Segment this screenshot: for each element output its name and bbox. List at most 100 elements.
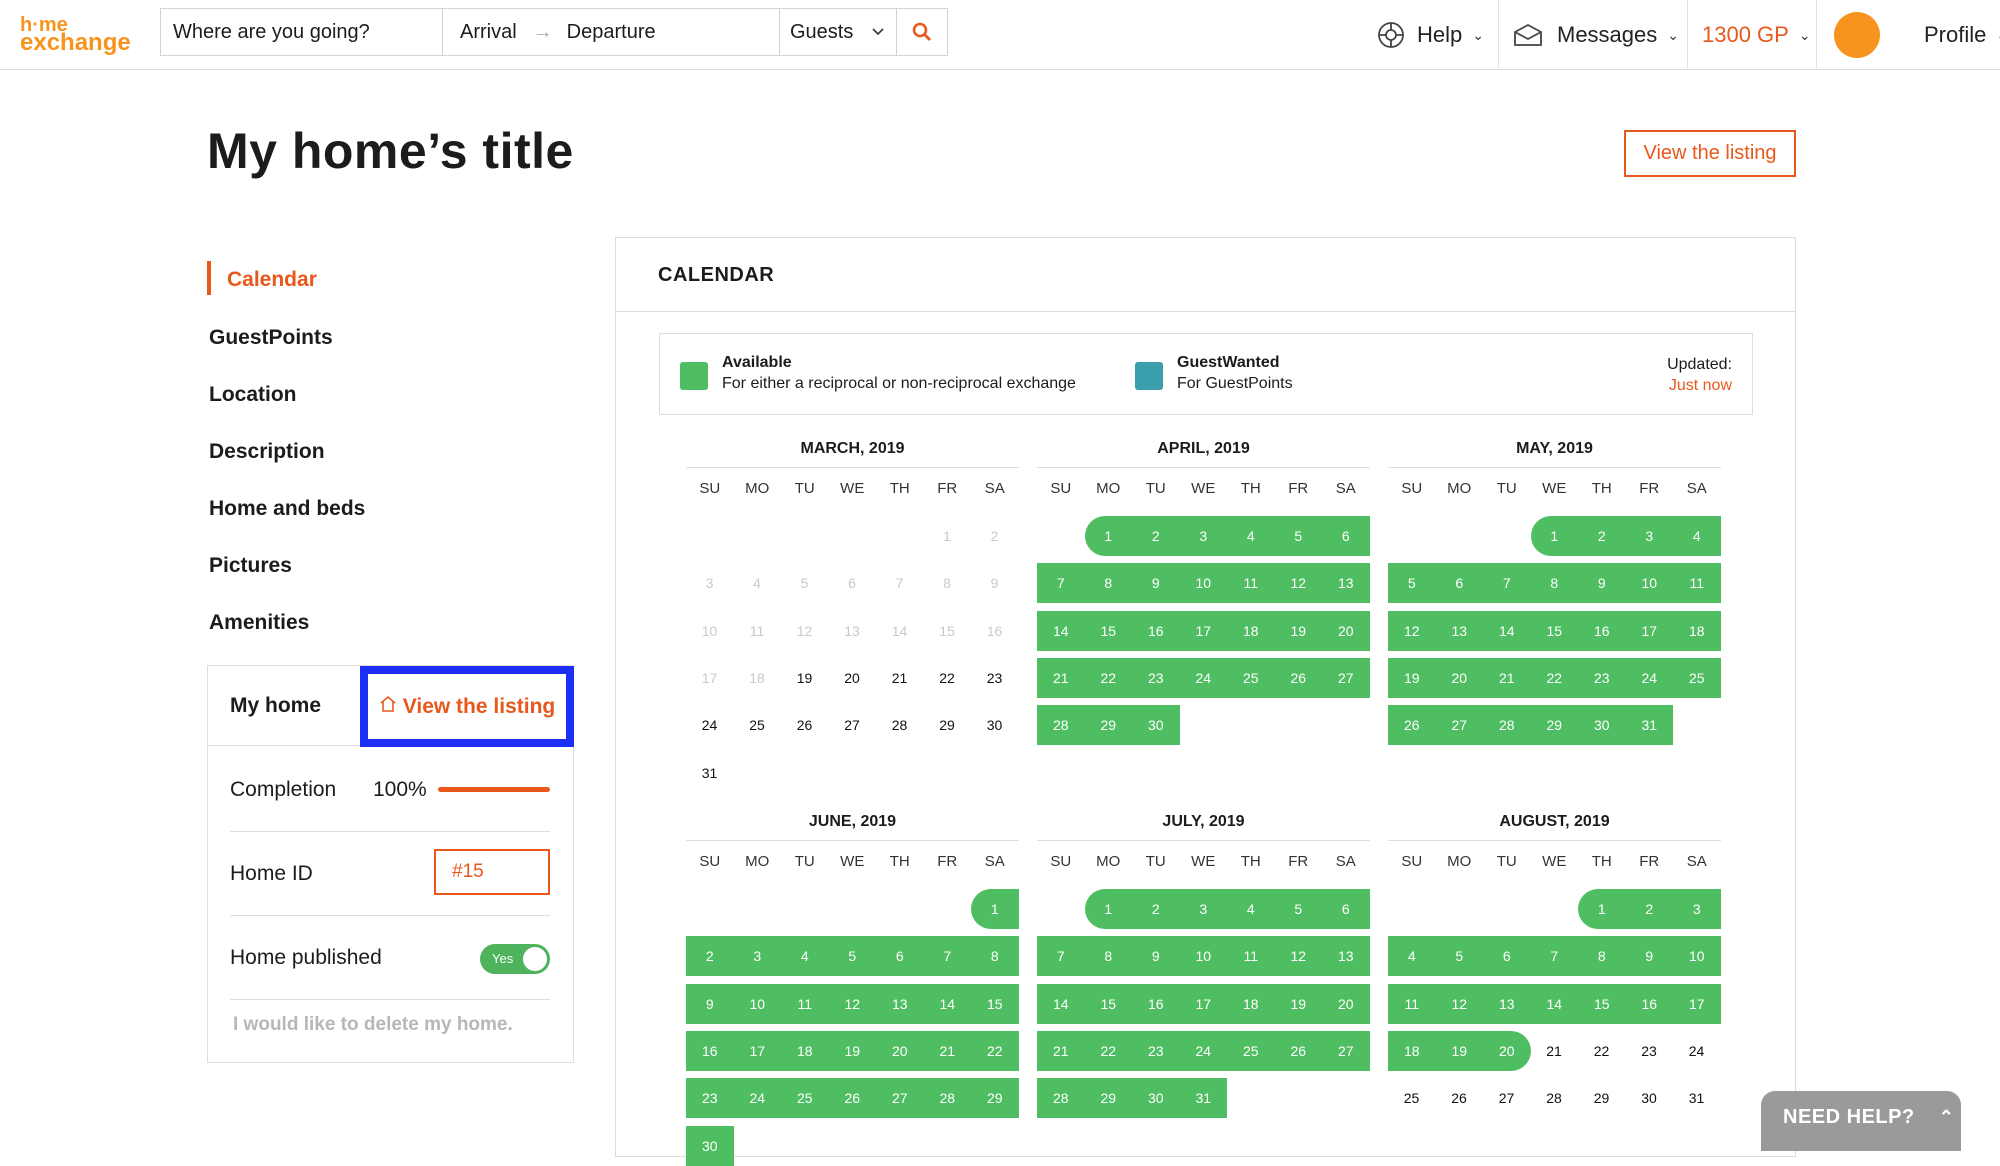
calendar-day[interactable]: 13 — [876, 983, 924, 1024]
calendar-day[interactable]: 14 — [1037, 983, 1085, 1024]
calendar-day[interactable]: 11 — [1227, 563, 1275, 604]
calendar-day[interactable]: 5 — [781, 563, 828, 603]
calendar-day[interactable]: 18 — [1388, 1030, 1436, 1071]
calendar-day[interactable]: 28 — [876, 705, 923, 745]
profile-menu[interactable]: Profile ⌄ — [1834, 0, 2000, 70]
calendar-day[interactable]: 12 — [828, 983, 876, 1024]
calendar-day[interactable]: 29 — [1084, 705, 1132, 746]
calendar-day[interactable]: 28 — [1531, 1078, 1578, 1118]
calendar-day[interactable]: 22 — [924, 658, 971, 698]
calendar-day[interactable]: 20 — [829, 658, 876, 698]
calendar-day[interactable]: 21 — [1037, 1030, 1085, 1071]
calendar-day[interactable]: 15 — [924, 611, 971, 651]
calendar-day[interactable]: 23 — [1132, 657, 1180, 698]
calendar-day[interactable]: 29 — [971, 1078, 1019, 1119]
calendar-day[interactable]: 14 — [1530, 983, 1578, 1024]
calendar-day[interactable]: 27 — [1483, 1078, 1530, 1118]
sidebar-item-guestpoints[interactable]: GuestPoints — [209, 326, 333, 350]
calendar-day[interactable]: 2 — [686, 936, 734, 977]
calendar-day[interactable]: 26 — [781, 705, 828, 745]
calendar-day[interactable]: 12 — [1388, 610, 1436, 651]
calendar-day[interactable]: 19 — [1274, 610, 1322, 651]
home-id-value[interactable]: #15 — [434, 849, 550, 895]
calendar-day[interactable]: 6 — [1322, 889, 1370, 929]
calendar-day[interactable]: 12 — [1435, 983, 1483, 1024]
calendar-day[interactable]: 2 — [971, 516, 1018, 556]
calendar-day[interactable]: 27 — [1322, 657, 1370, 698]
calendar-day[interactable]: 26 — [1274, 657, 1322, 698]
published-toggle[interactable]: Yes — [480, 944, 550, 974]
calendar-day[interactable]: 22 — [971, 1030, 1019, 1071]
calendar-day[interactable]: 1 — [971, 889, 1019, 929]
calendar-day[interactable]: 17 — [1179, 983, 1227, 1024]
calendar-day[interactable]: 25 — [1227, 657, 1275, 698]
calendar-day[interactable]: 6 — [1435, 563, 1483, 604]
calendar-day[interactable]: 18 — [1227, 983, 1275, 1024]
calendar-day[interactable]: 3 — [1673, 889, 1721, 929]
calendar-day[interactable]: 16 — [1578, 610, 1626, 651]
calendar-day[interactable]: 6 — [1322, 516, 1370, 556]
calendar-day[interactable]: 9 — [686, 983, 734, 1024]
calendar-day[interactable]: 8 — [1084, 563, 1132, 604]
calendar-day[interactable]: 1 — [1530, 516, 1578, 556]
calendar-day[interactable]: 19 — [1435, 1030, 1483, 1071]
calendar-day[interactable]: 20 — [1322, 610, 1370, 651]
calendar-day[interactable]: 18 — [734, 658, 781, 698]
calendar-day[interactable]: 20 — [1322, 983, 1370, 1024]
calendar-day[interactable]: 30 — [1132, 705, 1180, 746]
calendar-day[interactable]: 22 — [1530, 657, 1578, 698]
calendar-day[interactable]: 4 — [1227, 889, 1275, 929]
calendar-day[interactable]: 4 — [1673, 516, 1721, 556]
calendar-day[interactable]: 7 — [1483, 563, 1531, 604]
calendar-day[interactable]: 4 — [1388, 936, 1436, 977]
calendar-day[interactable]: 19 — [781, 658, 828, 698]
calendar-day[interactable]: 18 — [1673, 610, 1721, 651]
calendar-day[interactable]: 3 — [686, 563, 733, 603]
calendar-day[interactable]: 27 — [1322, 1030, 1370, 1071]
calendar-day[interactable]: 6 — [829, 563, 876, 603]
calendar-day[interactable]: 8 — [924, 563, 971, 603]
calendar-day[interactable]: 16 — [971, 611, 1018, 651]
calendar-day[interactable]: 11 — [1388, 983, 1436, 1024]
calendar-day[interactable]: 24 — [733, 1078, 781, 1119]
calendar-day[interactable]: 26 — [1274, 1030, 1322, 1071]
calendar-day[interactable]: 13 — [1322, 563, 1370, 604]
calendar-day[interactable]: 15 — [1578, 983, 1626, 1024]
calendar-day[interactable]: 6 — [1483, 936, 1531, 977]
calendar-day[interactable]: 10 — [1673, 936, 1721, 977]
calendar-day[interactable]: 26 — [828, 1078, 876, 1119]
sidebar-item-amenities[interactable]: Amenities — [209, 611, 309, 635]
calendar-day[interactable]: 24 — [1673, 1031, 1720, 1071]
calendar-day[interactable]: 13 — [1322, 936, 1370, 977]
calendar-day[interactable]: 23 — [1578, 657, 1626, 698]
calendar-day[interactable]: 14 — [923, 983, 971, 1024]
calendar-day[interactable]: 13 — [1435, 610, 1483, 651]
calendar-day[interactable]: 25 — [1388, 1078, 1435, 1118]
calendar-day[interactable]: 17 — [686, 658, 733, 698]
calendar-day[interactable]: 15 — [1084, 983, 1132, 1024]
arrival-field[interactable]: Arrival — [460, 21, 517, 44]
calendar-day[interactable]: 4 — [1227, 516, 1275, 556]
calendar-day[interactable]: 10 — [1179, 936, 1227, 977]
calendar-day[interactable]: 29 — [1084, 1078, 1132, 1119]
calendar-day[interactable]: 10 — [1625, 563, 1673, 604]
calendar-day[interactable]: 15 — [1084, 610, 1132, 651]
calendar-day[interactable]: 9 — [971, 563, 1018, 603]
calendar-day[interactable]: 24 — [686, 705, 733, 745]
calendar-day[interactable]: 15 — [1530, 610, 1578, 651]
calendar-day[interactable]: 19 — [1274, 983, 1322, 1024]
departure-field[interactable]: Departure — [567, 21, 656, 44]
calendar-day[interactable]: 21 — [1037, 657, 1085, 698]
view-listing-button[interactable]: View the listing — [1624, 130, 1796, 177]
calendar-day[interactable]: 17 — [1673, 983, 1721, 1024]
calendar-day[interactable]: 24 — [1179, 1030, 1227, 1071]
calendar-day[interactable]: 2 — [1625, 889, 1673, 929]
calendar-day[interactable]: 29 — [1578, 1078, 1625, 1118]
calendar-day[interactable]: 30 — [1578, 705, 1626, 746]
calendar-day[interactable]: 24 — [1179, 657, 1227, 698]
calendar-day[interactable]: 15 — [971, 983, 1019, 1024]
calendar-day[interactable]: 19 — [828, 1030, 876, 1071]
calendar-day[interactable]: 16 — [1132, 610, 1180, 651]
calendar-day[interactable]: 3 — [1179, 516, 1227, 556]
calendar-day[interactable]: 9 — [1578, 563, 1626, 604]
